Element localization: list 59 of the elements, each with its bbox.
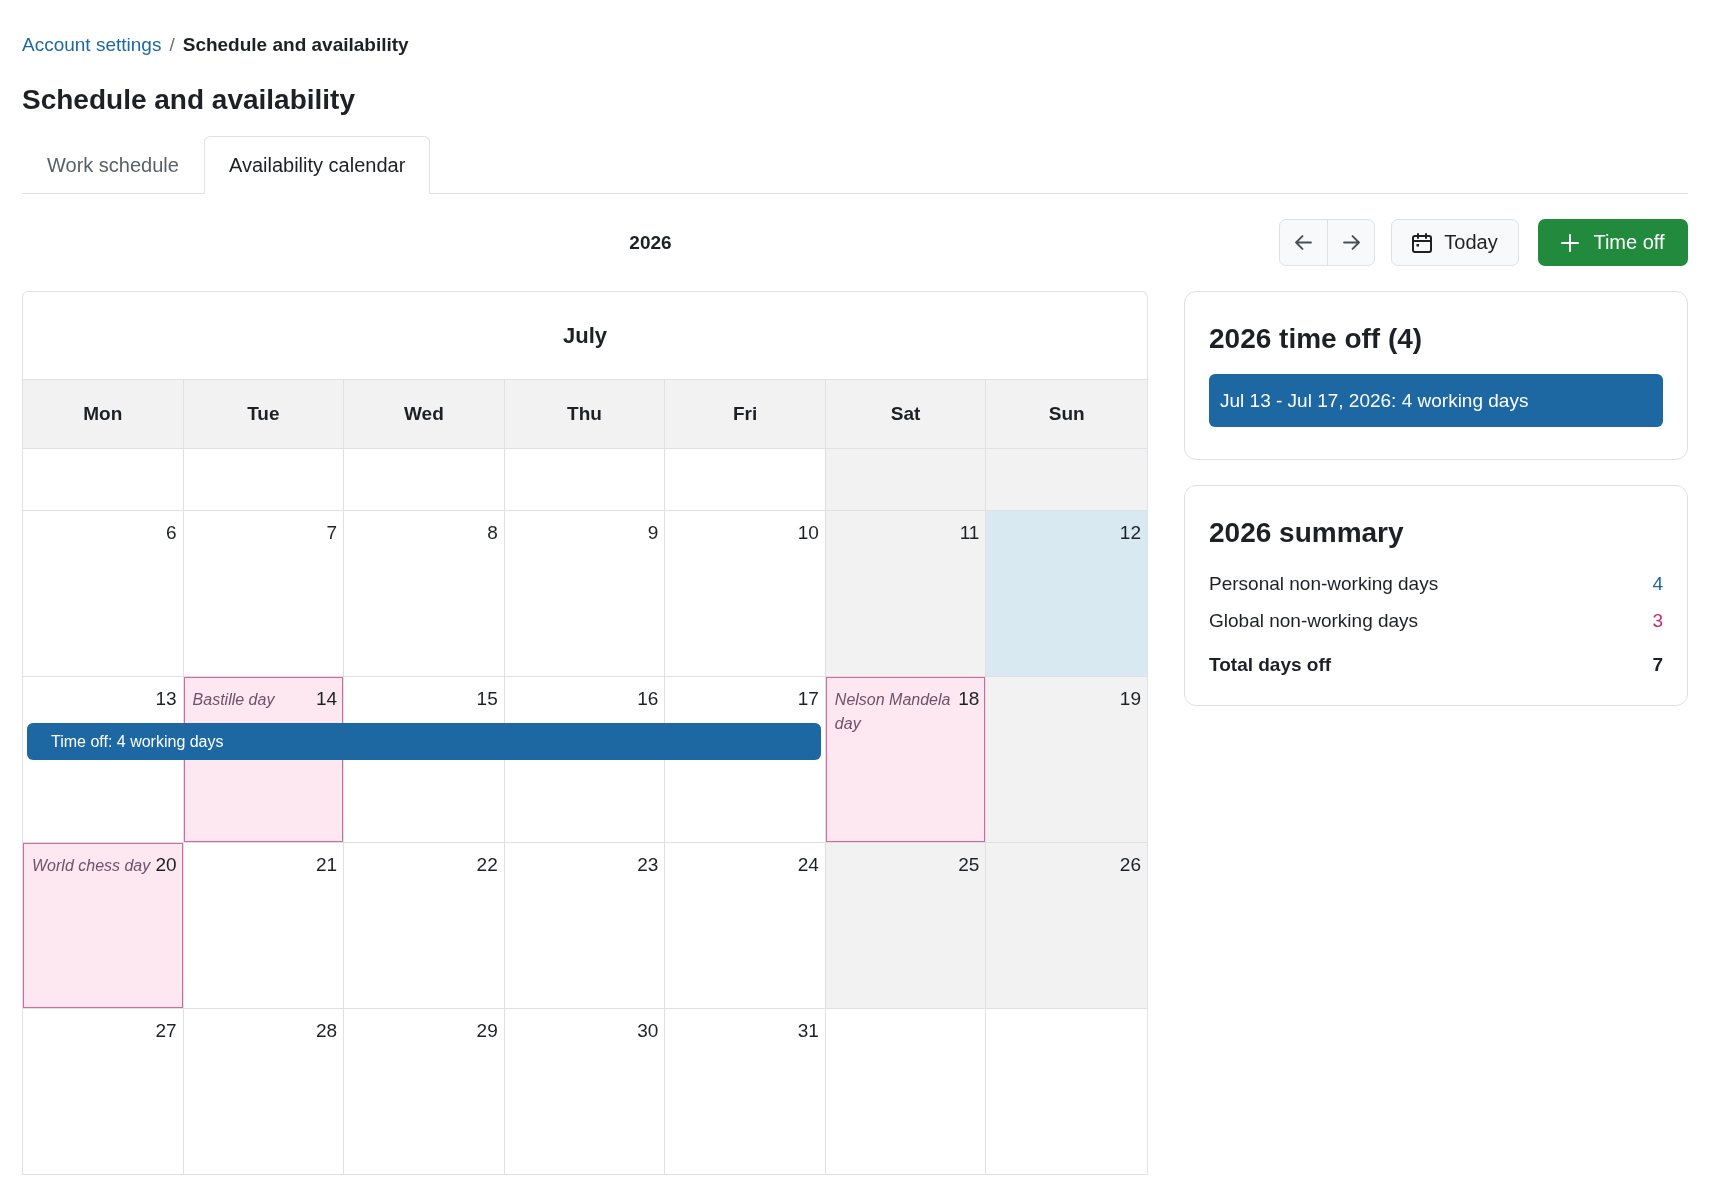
summary-value: 7 [1652, 653, 1663, 677]
add-time-off-button[interactable]: Time off [1538, 219, 1688, 266]
day-number: 21 [315, 853, 338, 877]
day-number: 25 [957, 853, 980, 877]
today-button[interactable]: Today [1391, 219, 1519, 266]
breadcrumb-link[interactable]: Account settings [22, 33, 162, 57]
day-number: 11 [958, 521, 980, 545]
weekday-header: Tue [183, 380, 345, 448]
day-number: 27 [154, 1019, 177, 1043]
plus-icon [1561, 233, 1580, 252]
summary-label: Global non-working days [1209, 609, 1419, 633]
card-title: 2026 time off (4) [1209, 322, 1423, 356]
day-number: 23 [636, 853, 659, 877]
day-number: 15 [475, 687, 498, 711]
day-number: 13 [154, 687, 177, 711]
day-number: 31 [796, 1019, 819, 1043]
summary-label: Personal non-working days [1209, 572, 1439, 596]
year-label: 2026 [629, 231, 672, 254]
holiday-label: Bastille day [192, 690, 276, 710]
arrow-right-icon [1342, 235, 1360, 250]
day-number: 18 [957, 687, 980, 711]
tab[interactable]: Availability calendar [203, 136, 431, 194]
summary-value: 4 [1652, 572, 1663, 596]
day-number: 17 [796, 687, 819, 711]
day-number: 9 [646, 521, 659, 545]
day-number: 28 [315, 1019, 338, 1043]
day-number: 10 [796, 521, 819, 545]
weekday-header: Wed [344, 380, 505, 448]
day-number: 30 [636, 1019, 659, 1043]
day-number: 29 [475, 1019, 498, 1043]
day-number: 14 [315, 687, 338, 711]
summary-label: Total days off [1209, 653, 1332, 677]
tab[interactable]: Work schedule [22, 136, 204, 194]
time-off-entry[interactable]: Jul 13 - Jul 17, 2026: 4 working days [1209, 374, 1663, 427]
breadcrumb-current: Schedule and availability [182, 33, 409, 57]
weekday-header: Sat [825, 380, 987, 448]
weekday-header: Fri [665, 380, 826, 448]
day-number: 26 [1118, 853, 1141, 877]
card-title: 2026 summary [1209, 516, 1404, 550]
holiday-label: Nelson Mandela day [834, 690, 952, 734]
day-number: 12 [1118, 521, 1141, 545]
arrow-left-icon [1295, 235, 1312, 250]
weekday-header: Thu [504, 380, 666, 448]
day-number: 16 [636, 687, 659, 711]
day-number: 20 [154, 853, 177, 877]
day-number: 8 [486, 521, 498, 545]
calendar-icon [1412, 232, 1433, 253]
weekday-header: Sun [1047, 402, 1086, 426]
weekday-header: Mon [23, 380, 184, 448]
day-number: 6 [165, 521, 177, 545]
summary-value: 3 [1652, 609, 1663, 633]
breadcrumb-separator: / [169, 33, 175, 57]
time-off-bar[interactable]: Time off: 4 working days [27, 723, 821, 760]
day-number: 19 [1118, 687, 1141, 711]
holiday-label: World chess day [32, 856, 152, 876]
page-title: Schedule and availability [22, 83, 355, 117]
day-number: 22 [475, 853, 498, 877]
day-number: 24 [796, 853, 819, 877]
day-number: 7 [325, 521, 338, 545]
